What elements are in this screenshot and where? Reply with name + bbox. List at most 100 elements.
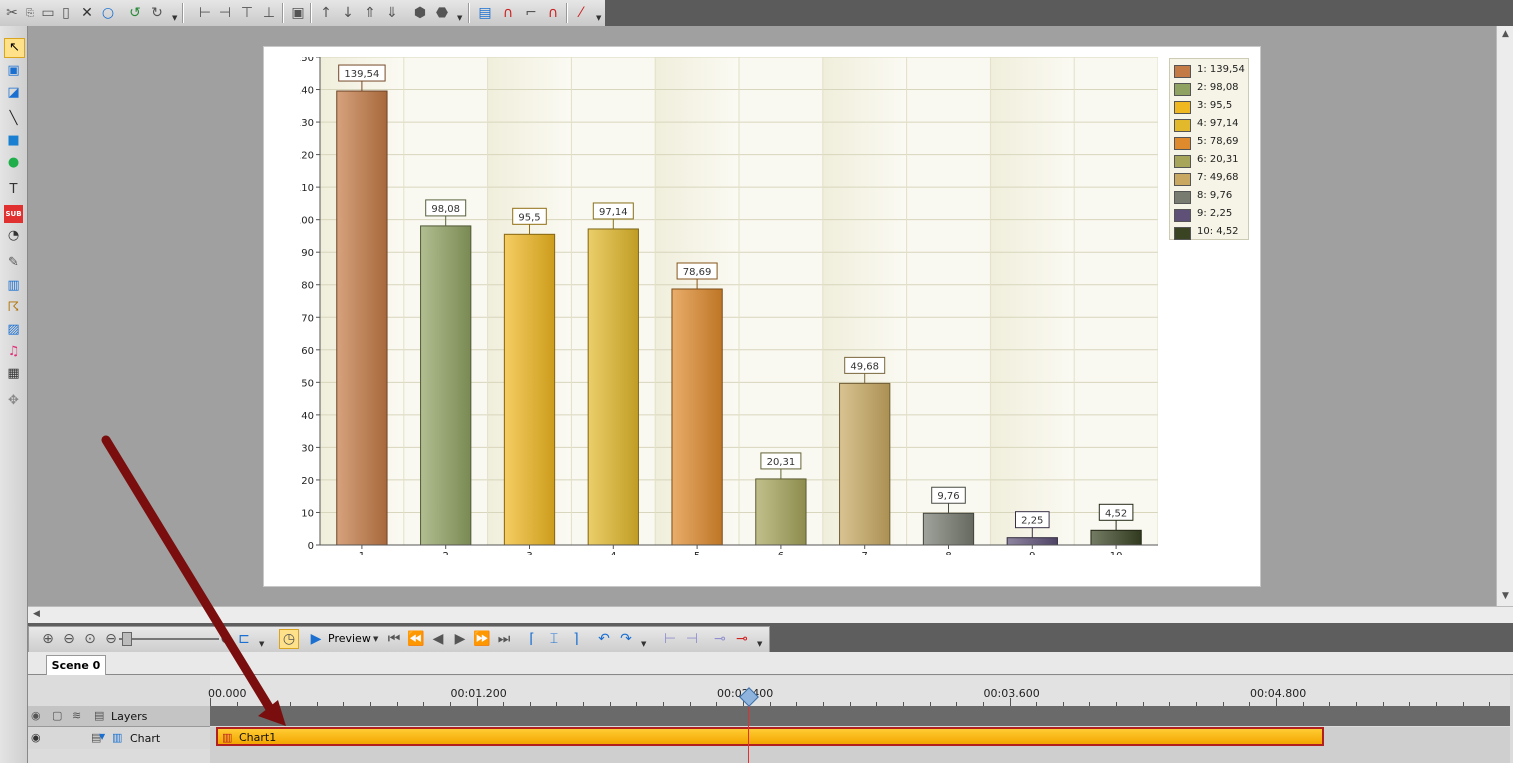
- magnet-icon[interactable]: ∩: [499, 4, 517, 22]
- layer-icon[interactable]: ◪: [4, 84, 23, 102]
- mark-out-icon[interactable]: ⌉: [567, 630, 585, 648]
- circle-icon[interactable]: ○: [99, 4, 117, 22]
- chart-object[interactable]: 0102030405060708090100110120130140150 13…: [263, 46, 1261, 587]
- scroll-left-icon[interactable]: ◀: [29, 607, 44, 622]
- cut-icon[interactable]: ✂: [3, 4, 21, 22]
- align-top-icon[interactable]: ⊤: [238, 4, 256, 22]
- bar-6[interactable]: [755, 478, 807, 546]
- wand-icon[interactable]: ⁄: [572, 4, 590, 22]
- zoom-slider-min-icon[interactable]: ⊖: [102, 630, 120, 648]
- scroll-up-icon[interactable]: ▲: [1498, 27, 1513, 42]
- zoom-slider[interactable]: [119, 638, 219, 640]
- fast-forward-icon[interactable]: ⏩: [473, 630, 491, 648]
- text-icon[interactable]: T: [4, 181, 23, 199]
- shape-icon[interactable]: ⬢: [411, 4, 429, 22]
- loop-back-icon[interactable]: ↶: [595, 630, 613, 648]
- loop-forward-icon[interactable]: ↷: [617, 630, 635, 648]
- chevron-down-icon[interactable]: ▼: [457, 14, 462, 22]
- callout-icon[interactable]: ◔: [4, 227, 23, 245]
- bar-9[interactable]: [1006, 537, 1058, 546]
- select-icon[interactable]: ↖: [4, 38, 25, 58]
- move-icon[interactable]: ✥: [4, 392, 23, 410]
- split-icon[interactable]: ⊢: [661, 630, 679, 648]
- chevron-down-icon[interactable]: ▼: [596, 14, 601, 22]
- trim-icon[interactable]: ⊣: [683, 630, 701, 648]
- audio-icon[interactable]: ≋: [72, 709, 81, 722]
- preview-button-label[interactable]: Preview: [328, 632, 371, 645]
- subtitle-icon[interactable]: SUB: [4, 205, 23, 223]
- list-icon[interactable]: ▤: [94, 709, 104, 722]
- video-icon[interactable]: ▦: [4, 365, 23, 383]
- lock-icon[interactable]: ▢: [52, 709, 62, 722]
- chevron-down-icon[interactable]: ▼: [373, 635, 378, 643]
- chevron-down-icon[interactable]: ▼: [172, 14, 177, 22]
- skip-end-icon[interactable]: ⏭: [495, 630, 513, 648]
- chevron-down-icon[interactable]: ▼: [259, 640, 264, 648]
- bar-1[interactable]: [336, 90, 388, 546]
- legend-label: 5: 78,69: [1197, 136, 1239, 147]
- zoom-out-icon[interactable]: ⊖: [60, 630, 78, 648]
- shape2-icon[interactable]: ⬣: [433, 4, 451, 22]
- move-down-icon[interactable]: ↓: [339, 4, 357, 22]
- line-icon[interactable]: ╲: [4, 110, 23, 128]
- group-icon[interactable]: ▣: [289, 4, 307, 22]
- chart-layer-row[interactable]: ◉ ▤ ▼ ▥ Chart: [28, 727, 210, 749]
- time-ruler[interactable]: 00.00000:01.20000:02.40000:03.60000:04.8…: [208, 676, 1510, 706]
- align-left-icon[interactable]: ⊢: [196, 4, 214, 22]
- new-icon[interactable]: ▯: [57, 4, 75, 22]
- mark-range-icon[interactable]: ⌶: [545, 630, 563, 648]
- copy-icon[interactable]: ⎘: [21, 5, 39, 23]
- properties-icon[interactable]: ▤: [476, 4, 494, 22]
- bar-10[interactable]: [1090, 529, 1142, 546]
- remove-marker-icon[interactable]: ⊸: [733, 630, 751, 648]
- bar-8[interactable]: [922, 512, 975, 546]
- play-icon[interactable]: ▶: [307, 630, 325, 648]
- align-bottom-icon[interactable]: ⊥: [260, 4, 278, 22]
- chevron-down-icon[interactable]: ▼: [99, 732, 105, 741]
- tab-scene-0[interactable]: Scene 0: [46, 655, 106, 675]
- zoom-slider-thumb[interactable]: [122, 632, 132, 646]
- horizontal-scrollbar[interactable]: ◀: [28, 606, 1513, 623]
- scroll-down-icon[interactable]: ▼: [1498, 589, 1513, 604]
- mark-in-icon[interactable]: ⌈: [523, 630, 541, 648]
- bar-7[interactable]: [839, 382, 891, 546]
- delete-icon[interactable]: ✕: [78, 4, 96, 22]
- eye-icon[interactable]: ◉: [31, 731, 41, 744]
- chart-icon[interactable]: ▥: [4, 277, 23, 295]
- move-up-icon[interactable]: ↑: [317, 4, 335, 22]
- step-forward-icon[interactable]: ▶: [451, 630, 469, 648]
- music-icon[interactable]: ♫: [4, 343, 23, 361]
- redo-icon[interactable]: ↻: [148, 4, 166, 22]
- marker-icon[interactable]: ⊸: [711, 630, 729, 648]
- skip-start-icon[interactable]: ⏮: [385, 630, 403, 648]
- bar-5[interactable]: [671, 288, 723, 546]
- rewind-icon[interactable]: ⏪: [407, 630, 425, 648]
- vertical-scrollbar[interactable]: ▲ ▼: [1496, 26, 1513, 606]
- zoom-in-icon[interactable]: ⊕: [39, 630, 57, 648]
- bar-4[interactable]: [587, 228, 639, 546]
- rectangle-select-icon[interactable]: ▣: [4, 62, 23, 80]
- chevron-down-icon[interactable]: ▼: [641, 640, 646, 648]
- zoom-slider-max-icon[interactable]: ⊕: [217, 630, 235, 648]
- snap-icon[interactable]: ∩: [544, 4, 562, 22]
- rectangle-icon[interactable]: ■: [4, 132, 23, 150]
- bar-3[interactable]: [503, 233, 556, 546]
- timeline-clip-chart1[interactable]: ▥ Chart1: [216, 727, 1324, 746]
- image-icon[interactable]: ▨: [4, 321, 23, 339]
- clock-icon[interactable]: ◷: [279, 629, 299, 649]
- brush-icon[interactable]: ✎: [4, 254, 23, 272]
- align-right-icon[interactable]: ⊣: [216, 4, 234, 22]
- figure-icon[interactable]: ☈: [4, 299, 23, 317]
- paste-icon[interactable]: ▭: [39, 4, 57, 22]
- bar-2[interactable]: [420, 225, 472, 546]
- fit-icon[interactable]: ⊏: [235, 630, 253, 648]
- step-back-icon[interactable]: ◀: [429, 630, 447, 648]
- ellipse-icon[interactable]: ●: [4, 154, 23, 172]
- grid-icon[interactable]: ⌐: [522, 4, 540, 22]
- send-back-icon[interactable]: ⇓: [383, 4, 401, 22]
- bring-front-icon[interactable]: ⇑: [361, 4, 379, 22]
- chevron-down-icon[interactable]: ▼: [757, 640, 762, 648]
- eye-icon[interactable]: ◉: [31, 709, 41, 722]
- zoom-reset-icon[interactable]: ⊙: [81, 630, 99, 648]
- undo-icon[interactable]: ↺: [126, 4, 144, 22]
